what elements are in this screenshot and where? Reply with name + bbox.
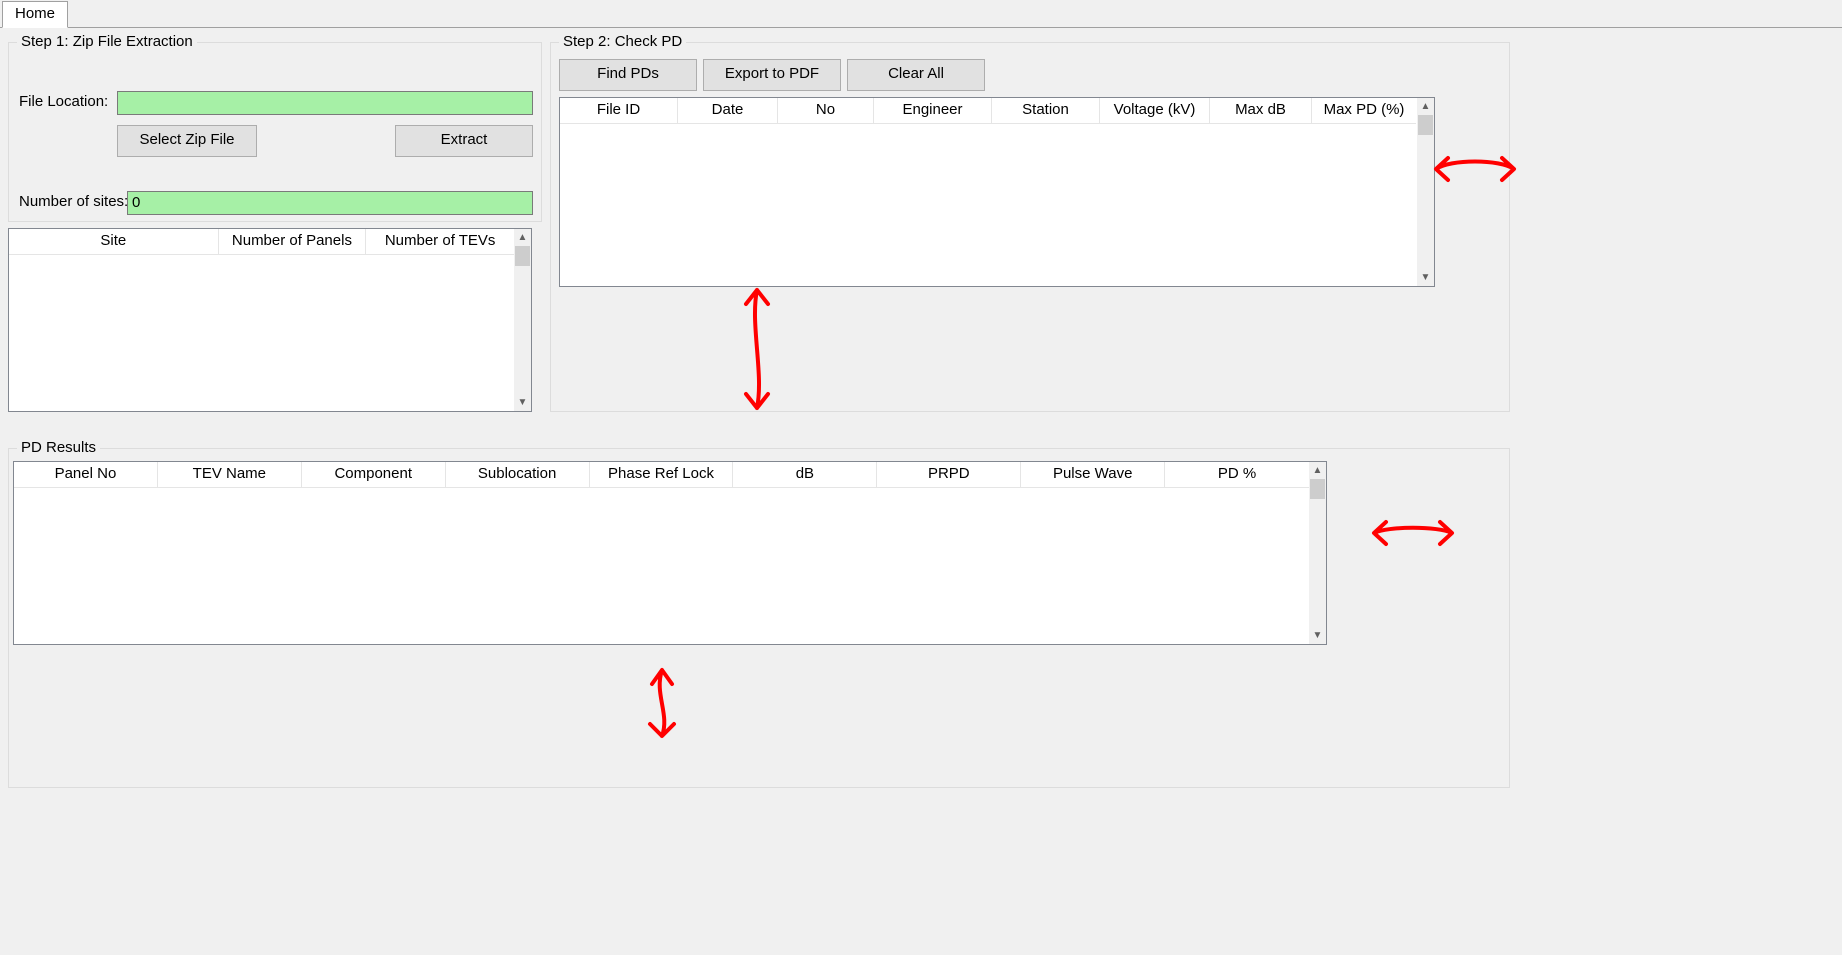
- tab-content: Step 1: Zip File Extraction File Locatio…: [0, 28, 1842, 955]
- scroll-thumb[interactable]: [1310, 479, 1325, 499]
- scroll-down-icon[interactable]: ▼: [514, 394, 531, 411]
- num-sites-input[interactable]: 0: [127, 191, 533, 215]
- file-location-input[interactable]: [117, 91, 533, 115]
- extract-button[interactable]: Extract: [395, 125, 533, 157]
- pd-col-engineer[interactable]: Engineer: [874, 98, 992, 124]
- tab-strip: Home: [0, 0, 1842, 28]
- scroll-up-icon[interactable]: ▲: [514, 229, 531, 246]
- pd-table[interactable]: File ID Date No Engineer Station Voltage…: [559, 97, 1435, 287]
- res-col-pulsewave[interactable]: Pulse Wave: [1021, 462, 1165, 488]
- clear-all-button[interactable]: Clear All: [847, 59, 985, 91]
- group-pd-results-legend: PD Results: [17, 439, 100, 456]
- pd-col-station[interactable]: Station: [992, 98, 1100, 124]
- pd-col-maxdb[interactable]: Max dB: [1210, 98, 1312, 124]
- scroll-down-icon[interactable]: ▼: [1417, 269, 1434, 286]
- find-pds-button[interactable]: Find PDs: [559, 59, 697, 91]
- res-col-component[interactable]: Component: [302, 462, 446, 488]
- sites-table-header: Site Number of Panels Number of TEVs: [9, 229, 514, 255]
- results-table-header: Panel No TEV Name Component Sublocation …: [14, 462, 1309, 488]
- sites-col-tevs[interactable]: Number of TEVs: [366, 229, 514, 255]
- scroll-up-icon[interactable]: ▲: [1309, 462, 1326, 479]
- scroll-down-icon[interactable]: ▼: [1309, 627, 1326, 644]
- group-pd-results: PD Results Panel No TEV Name Component S…: [8, 448, 1510, 788]
- res-col-pdpct[interactable]: PD %: [1165, 462, 1309, 488]
- pd-col-date[interactable]: Date: [678, 98, 778, 124]
- sites-col-panels[interactable]: Number of Panels: [219, 229, 367, 255]
- res-col-db[interactable]: dB: [733, 462, 877, 488]
- res-col-phaseref[interactable]: Phase Ref Lock: [590, 462, 734, 488]
- group-step1-legend: Step 1: Zip File Extraction: [17, 33, 197, 50]
- pd-col-maxpd[interactable]: Max PD (%): [1312, 98, 1416, 124]
- pd-col-fileid[interactable]: File ID: [560, 98, 678, 124]
- pd-table-header: File ID Date No Engineer Station Voltage…: [560, 98, 1417, 124]
- res-col-prpd[interactable]: PRPD: [877, 462, 1021, 488]
- select-zip-button[interactable]: Select Zip File: [117, 125, 257, 157]
- file-location-label: File Location:: [19, 93, 108, 110]
- sites-col-site[interactable]: Site: [9, 229, 219, 255]
- sites-table[interactable]: Site Number of Panels Number of TEVs ▲ ▼: [8, 228, 532, 412]
- results-table[interactable]: Panel No TEV Name Component Sublocation …: [13, 461, 1327, 645]
- scroll-thumb[interactable]: [515, 246, 530, 266]
- res-col-tevname[interactable]: TEV Name: [158, 462, 302, 488]
- export-pdf-button[interactable]: Export to PDF: [703, 59, 841, 91]
- num-sites-label: Number of sites:: [19, 193, 128, 210]
- sites-table-scrollbar[interactable]: ▲ ▼: [514, 229, 531, 411]
- results-table-scrollbar[interactable]: ▲ ▼: [1309, 462, 1326, 644]
- pd-table-scrollbar[interactable]: ▲ ▼: [1417, 98, 1434, 286]
- group-step1: Step 1: Zip File Extraction File Locatio…: [8, 42, 542, 222]
- scroll-thumb[interactable]: [1418, 115, 1433, 135]
- group-step2: Step 2: Check PD Find PDs Export to PDF …: [550, 42, 1510, 412]
- group-step2-legend: Step 2: Check PD: [559, 33, 686, 50]
- scroll-up-icon[interactable]: ▲: [1417, 98, 1434, 115]
- tab-home[interactable]: Home: [2, 1, 68, 28]
- res-col-panelno[interactable]: Panel No: [14, 462, 158, 488]
- res-col-sublocation[interactable]: Sublocation: [446, 462, 590, 488]
- pd-col-voltage[interactable]: Voltage (kV): [1100, 98, 1210, 124]
- pd-col-no[interactable]: No: [778, 98, 874, 124]
